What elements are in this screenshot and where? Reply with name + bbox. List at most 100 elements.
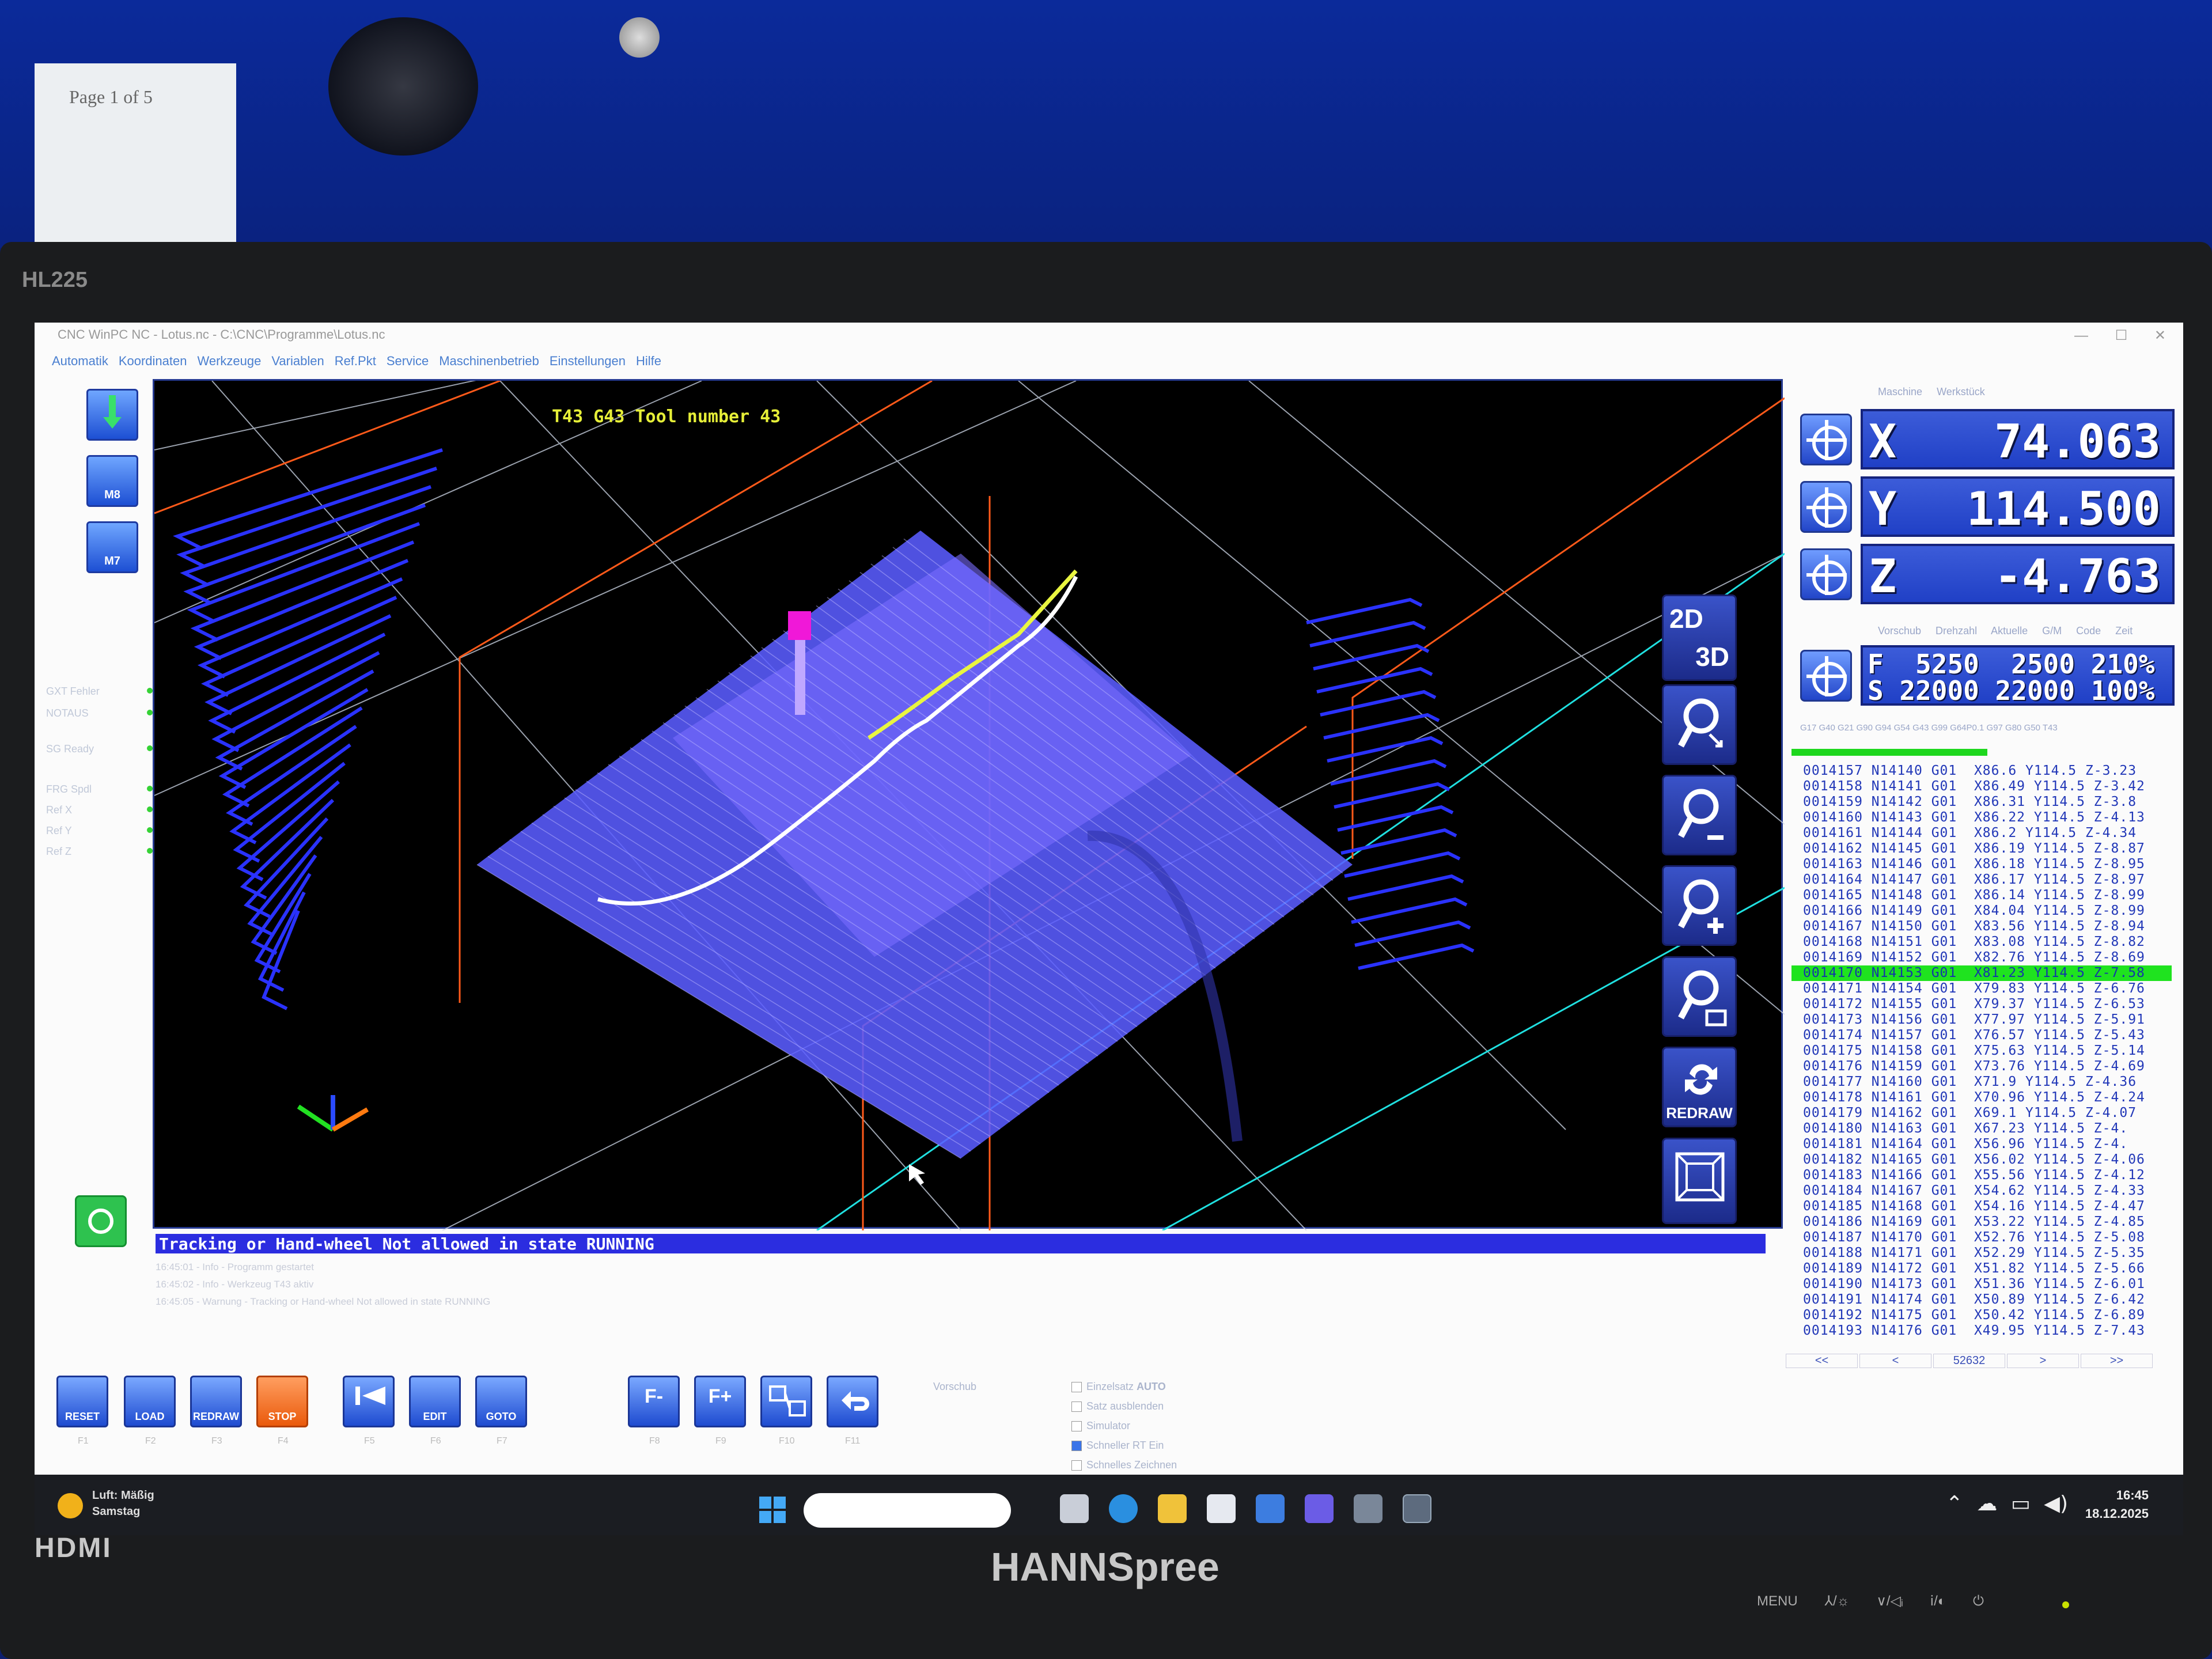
gcode-line[interactable]: 0014175 N14158 G01 X75.63 Y114.5 Z-5.14 [1791, 1043, 2172, 1059]
gcode-line[interactable]: 0014178 N14161 G01 X70.96 Y114.5 Z-4.24 [1791, 1090, 2172, 1105]
menu-item[interactable]: Werkzeuge [197, 354, 261, 368]
first-page-button[interactable]: << [1786, 1354, 1858, 1368]
gcode-line[interactable]: 0014180 N14163 G01 X67.23 Y114.5 Z-4. [1791, 1121, 2172, 1137]
next-page-button[interactable]: > [2007, 1354, 2079, 1368]
gcode-line[interactable]: 0014187 N14170 G01 X52.76 Y114.5 Z-5.08 [1791, 1230, 2172, 1245]
zoom-in-button[interactable] [1662, 865, 1737, 946]
gcode-line[interactable]: 0014174 N14157 G01 X76.57 Y114.5 Z-5.43 [1791, 1028, 2172, 1043]
reset-button[interactable]: RESET [56, 1376, 108, 1427]
feed-minus-button[interactable]: F- [628, 1376, 680, 1427]
tab-feed[interactable]: Vorschub Drehzahl [1878, 625, 1977, 637]
line-number-field[interactable]: 52632 [1933, 1354, 2005, 1368]
system-tray[interactable]: ⌃ ☁ ▭ ◀) [1946, 1492, 2068, 1516]
gcode-line[interactable]: 0014160 N14143 G01 X86.22 Y114.5 Z-4.13 [1791, 810, 2172, 825]
checkbox[interactable] [1071, 1421, 1082, 1432]
gcode-line[interactable]: 0014185 N14168 G01 X54.16 Y114.5 Z-4.47 [1791, 1199, 2172, 1214]
option-single-block[interactable]: Einzelsatz AUTO [1071, 1377, 1302, 1396]
info-tabs[interactable]: Vorschub Drehzahl Aktuelle G/M Code Zeit [1878, 625, 2133, 637]
app-l-icon[interactable] [1305, 1494, 1334, 1523]
menu-item[interactable]: Variablen [271, 354, 324, 368]
load-button[interactable]: LOAD [124, 1376, 176, 1427]
gcode-line[interactable]: 0014184 N14167 G01 X54.62 Y114.5 Z-4.33 [1791, 1183, 2172, 1199]
gcode-line[interactable]: 0014169 N14152 G01 X82.76 Y114.5 Z-8.69 [1791, 950, 2172, 965]
gcode-line[interactable]: 0014191 N14174 G01 X50.89 Y114.5 Z-6.42 [1791, 1292, 2172, 1308]
explorer-icon[interactable] [1158, 1494, 1187, 1523]
cnc-app-icon[interactable] [1403, 1494, 1431, 1523]
zero-y-button[interactable] [1800, 481, 1852, 533]
gcode-line[interactable]: 0014164 N14147 G01 X86.17 Y114.5 Z-8.97 [1791, 872, 2172, 888]
checkbox[interactable] [1071, 1441, 1082, 1452]
gcode-line[interactable]: 0014163 N14146 G01 X86.18 Y114.5 Z-8.95 [1791, 857, 2172, 872]
block-skip-button[interactable] [760, 1376, 812, 1427]
tab-time[interactable]: Zeit [2115, 625, 2133, 637]
gcode-line[interactable]: 0014159 N14142 G01 X86.31 Y114.5 Z-3.8 [1791, 794, 2172, 810]
coolant-m8-button[interactable]: M8 [86, 455, 138, 507]
edit-button[interactable]: EDIT [409, 1376, 461, 1427]
mail-icon[interactable] [1256, 1494, 1285, 1523]
gcode-line[interactable]: 0014177 N14160 G01 X71.9 Y114.5 Z-4.36 [1791, 1074, 2172, 1090]
view-box-button[interactable] [1662, 1138, 1737, 1224]
cycle-start-button[interactable] [75, 1195, 127, 1247]
gcode-line[interactable]: 0014168 N14151 G01 X83.08 Y114.5 Z-8.82 [1791, 934, 2172, 950]
menu-item[interactable]: Automatik [52, 354, 108, 368]
gcode-line[interactable]: 0014188 N14171 G01 X52.29 Y114.5 Z-5.35 [1791, 1245, 2172, 1261]
option-skip-block[interactable]: Satz ausblenden [1071, 1396, 1302, 1416]
gcode-line[interactable]: 0014190 N14173 G01 X51.36 Y114.5 Z-6.01 [1791, 1277, 2172, 1292]
edge-icon[interactable] [1109, 1494, 1138, 1523]
app-phone-icon[interactable] [1354, 1494, 1382, 1523]
tab-machine[interactable]: Maschine [1878, 386, 1922, 397]
gcode-listing[interactable]: 0014157 N14140 G01 X86.6 Y114.5 Z-3.23 00… [1791, 763, 2172, 1339]
window-controls[interactable]: — ☐ ✕ [2074, 327, 2166, 344]
prev-page-button[interactable]: < [1859, 1354, 1931, 1368]
gcode-line[interactable]: 0014186 N14169 G01 X53.22 Y114.5 Z-4.85 [1791, 1214, 2172, 1230]
zero-x-button[interactable] [1800, 414, 1852, 465]
gcode-line[interactable]: 0014167 N14150 G01 X83.56 Y114.5 Z-8.94 [1791, 919, 2172, 934]
goto-button[interactable]: GOTO [475, 1376, 527, 1427]
gcode-line[interactable]: 0014162 N14145 G01 X86.19 Y114.5 Z-8.87 [1791, 841, 2172, 857]
zoom-window-button[interactable] [1662, 956, 1737, 1037]
option-fast-draw[interactable]: Schnelles Zeichnen [1071, 1455, 1302, 1475]
gcode-line[interactable]: 0014172 N14155 G01 X79.37 Y114.5 Z-6.53 [1791, 997, 2172, 1012]
taskbar-search[interactable] [804, 1493, 1011, 1528]
gcode-line[interactable]: 0014170 N14153 G01 X81.23 Y114.5 Z-7.58 [1791, 965, 2172, 981]
zoom-out-button[interactable] [1662, 775, 1737, 855]
start-button[interactable] [759, 1497, 786, 1523]
coord-tabs[interactable]: Maschine Werkstück [1878, 386, 1985, 398]
tab-gcode[interactable]: Aktuelle G/M Code [1991, 625, 2101, 637]
zero-z-button[interactable] [1800, 548, 1852, 600]
feed-plus-button[interactable]: F+ [694, 1376, 746, 1427]
tab-workpiece[interactable]: Werkstück [1937, 386, 1985, 397]
gcode-line[interactable]: 0014165 N14148 G01 X86.14 Y114.5 Z-8.99 [1791, 888, 2172, 903]
option-fast-rt[interactable]: Schneller RT Ein [1071, 1435, 1302, 1455]
menu-item[interactable]: Einstellungen [550, 354, 626, 368]
toolpath-viewport[interactable]: T43 G43 Tool number 43 [153, 379, 1785, 1230]
menu-item[interactable]: Maschinenbetrieb [439, 354, 539, 368]
weather-widget[interactable]: Luft: Mäßig Samstag [58, 1487, 154, 1520]
zoom-fit-button[interactable] [1662, 684, 1737, 765]
gcode-line[interactable]: 0014179 N14162 G01 X69.1 Y114.5 Z-4.07 [1791, 1105, 2172, 1121]
option-simulator[interactable]: Simulator [1071, 1416, 1302, 1435]
undo-button[interactable] [827, 1376, 878, 1427]
skip-back-button[interactable] [343, 1376, 395, 1427]
store-icon[interactable] [1207, 1494, 1236, 1523]
gcode-line[interactable]: 0014158 N14141 G01 X86.49 Y114.5 Z-3.42 [1791, 779, 2172, 794]
gcode-line[interactable]: 0014176 N14159 G01 X73.76 Y114.5 Z-4.69 [1791, 1059, 2172, 1074]
gcode-line[interactable]: 0014192 N14175 G01 X50.42 Y114.5 Z-6.89 [1791, 1308, 2172, 1323]
gcode-line[interactable]: 0014173 N14156 G01 X77.97 Y114.5 Z-5.91 [1791, 1012, 2172, 1028]
checkbox[interactable] [1071, 1382, 1082, 1393]
toggle-2d-3d-button[interactable]: 2D 3D [1662, 594, 1737, 681]
gcode-line[interactable]: 0014161 N14144 G01 X86.2 Y114.5 Z-4.34 [1791, 825, 2172, 841]
stop-button[interactable]: STOP [256, 1376, 308, 1427]
checkbox[interactable] [1071, 1460, 1082, 1471]
menu-item[interactable]: Service [387, 354, 429, 368]
spindle-button[interactable] [86, 389, 138, 441]
gcode-line[interactable]: 0014157 N14140 G01 X86.6 Y114.5 Z-3.23 [1791, 763, 2172, 779]
feed-override-button[interactable] [1800, 650, 1852, 702]
task-view-icon[interactable] [1060, 1494, 1089, 1523]
redraw-button[interactable]: REDRAW [1662, 1047, 1737, 1127]
gcode-line[interactable]: 0014182 N14165 G01 X56.02 Y114.5 Z-4.06 [1791, 1152, 2172, 1168]
menu-item[interactable]: Koordinaten [119, 354, 187, 368]
redraw-toolbar-button[interactable]: REDRAW [190, 1376, 242, 1427]
gcode-line[interactable]: 0014181 N14164 G01 X56.96 Y114.5 Z-4. [1791, 1137, 2172, 1152]
mist-m7-button[interactable]: M7 [86, 521, 138, 573]
